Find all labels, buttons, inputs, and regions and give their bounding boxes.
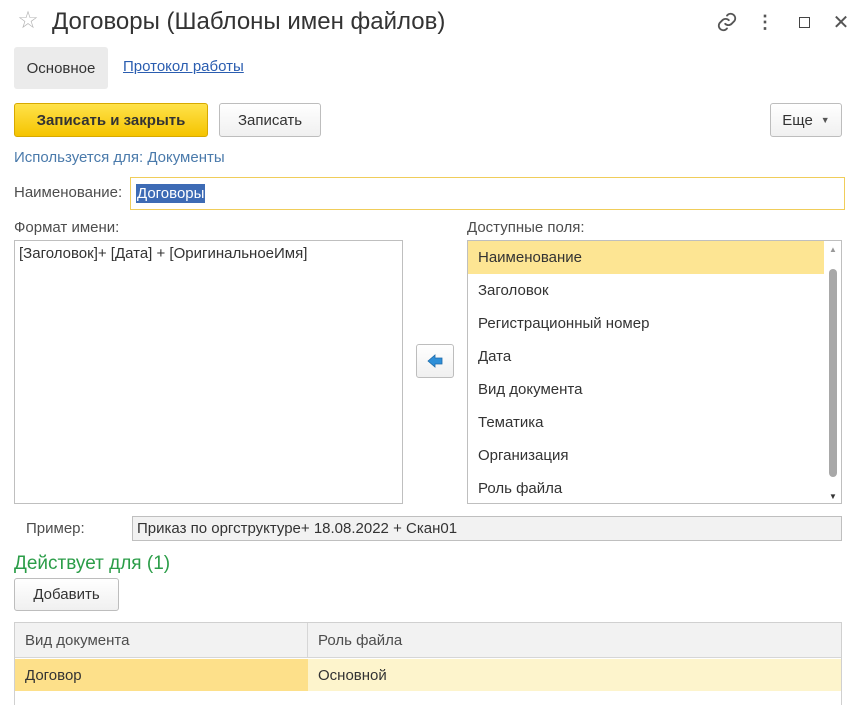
list-item[interactable]: Заголовок	[468, 274, 824, 307]
name-format-label: Формат имени:	[14, 219, 120, 236]
page-title: Договоры (Шаблоны имен файлов)	[52, 8, 446, 35]
link-icon[interactable]	[712, 7, 742, 37]
list-item[interactable]: Организация	[468, 439, 824, 472]
scroll-down-icon[interactable]: ▼	[829, 492, 837, 501]
available-fields-label: Доступные поля:	[467, 219, 585, 236]
add-button[interactable]: Добавить	[14, 578, 119, 611]
list-item[interactable]: Роль файла	[468, 472, 824, 503]
example-label: Пример:	[26, 520, 85, 537]
close-icon[interactable]: ✕	[826, 7, 852, 37]
more-button[interactable]: Еще ▼	[770, 103, 842, 137]
list-item[interactable]: Наименование	[468, 241, 824, 274]
more-button-label: Еще	[782, 111, 813, 129]
list-item[interactable]: Вид документа	[468, 373, 824, 406]
star-outline-icon[interactable]: ☆	[16, 9, 40, 33]
applies-for-title: Действует для (1)	[14, 553, 171, 574]
tab-main[interactable]: Основное	[14, 47, 108, 89]
example-field: Приказ по оргструктуре+ 18.08.2022 + Ска…	[132, 516, 842, 541]
used-for-text: Используется для: Документы	[14, 149, 225, 166]
name-input-value: Договоры	[136, 184, 206, 203]
more-vertical-icon[interactable]: ⋮	[750, 7, 780, 37]
list-item[interactable]: Тематика	[468, 406, 824, 439]
table-cell-document-type[interactable]: Договор	[15, 659, 308, 691]
scrollbar-thumb[interactable]	[829, 269, 837, 477]
applies-table: Вид документа Роль файла Договор Основно…	[14, 622, 842, 705]
table-cell-file-role[interactable]: Основной	[308, 659, 841, 691]
list-item[interactable]: Дата	[468, 340, 824, 373]
arrow-left-icon	[427, 354, 443, 368]
name-label: Наименование:	[14, 184, 123, 201]
name-format-textarea[interactable]: [Заголовок]+ [Дата] + [ОригинальноеИмя]	[14, 240, 403, 504]
save-button[interactable]: Записать	[219, 103, 321, 137]
available-fields-list[interactable]: Наименование Заголовок Регистрационный н…	[467, 240, 842, 504]
maximize-icon[interactable]	[789, 7, 819, 37]
fields-scrollbar[interactable]: ▲ ▼	[827, 245, 839, 501]
save-and-close-button[interactable]: Записать и закрыть	[14, 103, 208, 137]
scroll-up-icon[interactable]: ▲	[829, 245, 837, 254]
name-input[interactable]: Договоры	[130, 177, 845, 210]
tab-work-log[interactable]: Протокол работы	[123, 58, 244, 75]
caret-down-icon: ▼	[820, 115, 830, 125]
column-header-document-type[interactable]: Вид документа	[15, 623, 308, 658]
column-header-file-role[interactable]: Роль файла	[308, 623, 841, 658]
add-field-button[interactable]	[416, 344, 454, 378]
list-item[interactable]: Регистрационный номер	[468, 307, 824, 340]
